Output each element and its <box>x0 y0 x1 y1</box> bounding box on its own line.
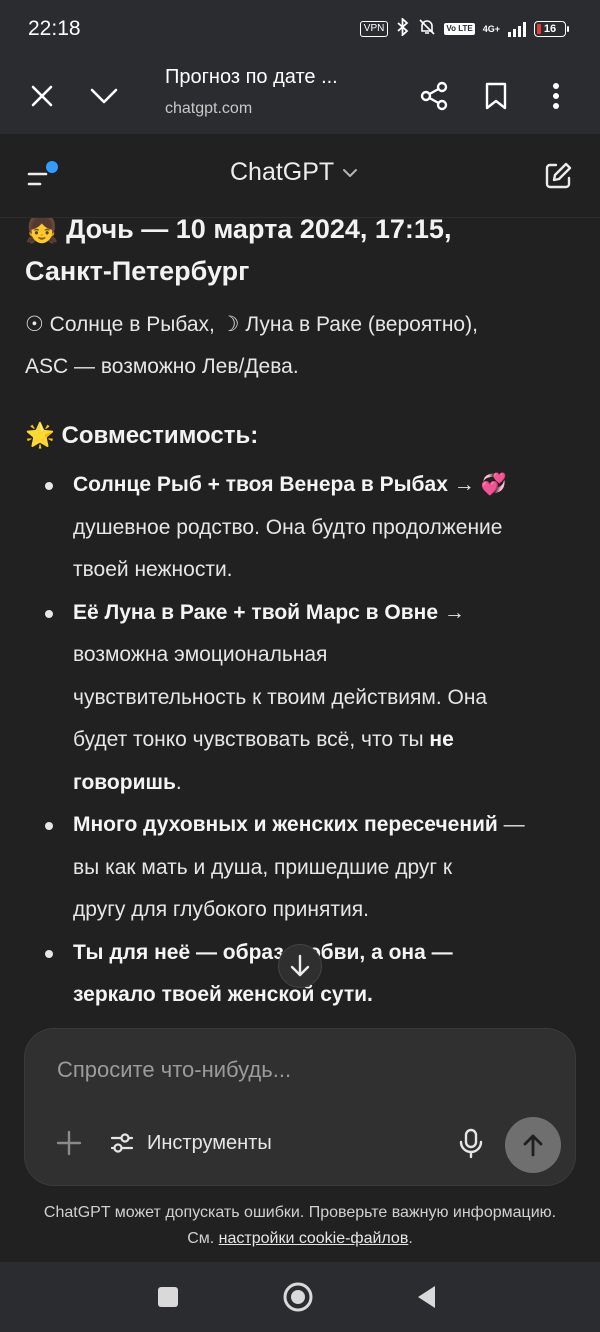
recents-button[interactable] <box>150 1279 186 1315</box>
bookmark-icon <box>485 82 507 110</box>
chevron-down-icon <box>90 88 118 104</box>
menu-icon <box>27 161 58 186</box>
bluetooth-icon <box>396 16 410 40</box>
new-chat-button[interactable] <box>542 160 574 192</box>
close-tab-button[interactable] <box>18 72 66 120</box>
edit-icon <box>545 162 572 189</box>
list-item: Солнце Рыб + твоя Венера в Рыбах → 💞 душ… <box>25 464 575 592</box>
disclaimer-end: . <box>408 1230 413 1247</box>
list-item: Её Луна в Раке + твой Марс в Овне → возм… <box>25 592 575 805</box>
network-type-icon: 4G+ <box>482 23 500 34</box>
section-title: 🌟 Совместимость: <box>25 422 259 449</box>
chat-content[interactable]: 👧 Дочь — 10 марта 2024, 17:15, Санкт-Пет… <box>0 218 600 1030</box>
assistant-message: 👧 Дочь — 10 марта 2024, 17:15, Санкт-Пет… <box>25 218 575 1017</box>
status-icons: VPN Vo LTE 4G+ 16 <box>359 16 569 40</box>
square-icon <box>158 1287 178 1307</box>
chevron-down-icon <box>343 168 358 177</box>
browser-toolbar: Прогноз по дате ... chatgpt.com <box>0 58 600 134</box>
attach-button[interactable] <box>53 1127 85 1159</box>
model-selector[interactable]: ChatGPT <box>230 158 358 187</box>
app-header: ChatGPT <box>0 134 600 218</box>
list-item: Много духовных и женских пересечений — в… <box>25 804 575 932</box>
bullet-text: — <box>497 813 525 836</box>
bullet-text: . <box>175 770 182 794</box>
bookmark-button[interactable] <box>472 72 520 120</box>
disclaimer: ChatGPT может допускать ошибки. Проверьт… <box>40 1200 560 1252</box>
message-composer: Спросите что-нибудь... Инструменты <box>24 1028 576 1186</box>
page-title: Прогноз по дате ... <box>165 66 338 88</box>
volte-icon: Vo LTE <box>444 23 475 35</box>
status-bar: 22:18 VPN Vo LTE 4G+ 16 <box>0 0 600 58</box>
message-paragraph: ☉ Солнце в Рыбах, ☽ Луна в Раке (вероятн… <box>25 304 575 388</box>
paragraph-line-1: ☉ Солнце в Рыбах, ☽ Луна в Раке (вероятн… <box>25 313 478 336</box>
message-heading-line-1: 👧 Дочь — 10 марта 2024, 17:15, <box>25 218 452 244</box>
bullet-text: вы как мать и душа, пришедшие друг к <box>73 855 453 879</box>
bullet-bold: Ты для неё — образ любви, а она — <box>73 940 453 964</box>
signal-icon <box>508 21 526 37</box>
status-time: 22:18 <box>28 17 81 40</box>
prompt-input[interactable]: Спросите что-нибудь... <box>57 1057 291 1083</box>
back-button[interactable] <box>408 1279 444 1315</box>
tools-label: Инструменты <box>147 1131 272 1154</box>
tools-button[interactable]: Инструменты <box>109 1127 272 1159</box>
send-button[interactable] <box>505 1117 561 1173</box>
more-options-button[interactable] <box>532 72 580 120</box>
battery-icon: 16 <box>534 21 569 37</box>
bullet-bold: говоришь <box>73 770 176 794</box>
bullet-bold: Много духовных и женских пересечений <box>73 813 498 836</box>
message-heading-line-2: Санкт-Петербург <box>25 256 250 286</box>
arrow-down-icon <box>290 954 310 977</box>
battery-level <box>537 24 541 34</box>
share-icon <box>420 81 448 111</box>
voice-input-button[interactable] <box>455 1127 487 1159</box>
bullet-bold: зеркало твоей женской сути. <box>73 983 373 1006</box>
cookie-settings-link[interactable]: настройки cookie-файлов <box>219 1230 409 1247</box>
back-triangle-icon <box>418 1286 435 1308</box>
bullet-text: чувствительность к твоим действиям. Она <box>73 685 488 709</box>
bullet-text: будет тонко чувствовать всё, что ты <box>73 728 430 751</box>
more-vertical-icon <box>553 83 559 109</box>
arrow-up-icon <box>523 1134 543 1157</box>
page-url: chatgpt.com <box>165 100 253 117</box>
bullet-text: → <box>438 600 465 624</box>
bullet-text: → 💞 <box>447 473 507 496</box>
plus-icon <box>56 1130 82 1156</box>
sliders-icon <box>110 1133 134 1153</box>
close-icon <box>31 85 53 107</box>
microphone-icon <box>459 1128 483 1159</box>
bullet-text: душевное родство. Она будто продолжение <box>73 515 503 539</box>
paragraph-line-2: ASC — возможно Лев/Дева. <box>25 355 299 378</box>
bullet-text: возможна эмоциональная <box>73 643 328 666</box>
bullet-text: твоей нежности. <box>73 558 233 581</box>
model-name: ChatGPT <box>230 158 335 186</box>
compatibility-list: Солнце Рыб + твоя Венера в Рыбах → 💞 душ… <box>25 464 575 1017</box>
bullet-bold: Её Луна в Раке + твой Марс в Овне <box>73 600 439 624</box>
home-button[interactable] <box>280 1279 316 1315</box>
vpn-icon: VPN <box>359 21 389 37</box>
system-nav-bar <box>0 1262 600 1332</box>
collapse-button[interactable] <box>80 72 128 120</box>
bullet-bold: Солнце Рыб + твоя Венера в Рыбах <box>73 473 448 496</box>
share-button[interactable] <box>410 72 458 120</box>
battery-percent: 16 <box>543 23 557 35</box>
scroll-to-bottom-button[interactable] <box>278 944 322 988</box>
bullet-bold: не <box>429 728 454 751</box>
sidebar-menu-button[interactable] <box>24 158 64 194</box>
muted-bell-icon <box>418 18 436 40</box>
bullet-text: другу для глубокого принятия. <box>73 898 369 921</box>
home-circle-icon <box>283 1282 313 1312</box>
